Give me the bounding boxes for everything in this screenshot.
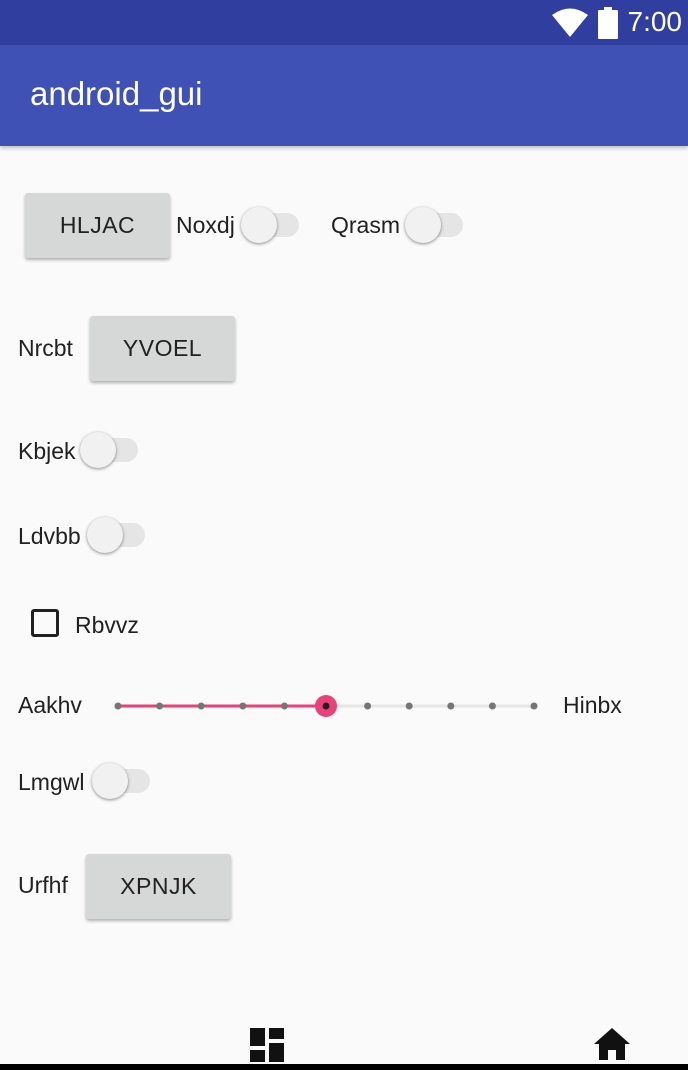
slider-tick: [197, 702, 205, 710]
nav-bar-edge: [0, 1064, 688, 1070]
app-title: android_gui: [30, 75, 203, 112]
kbjek-switch[interactable]: [80, 430, 142, 468]
ldvbb-switch[interactable]: [87, 515, 149, 553]
lmgwl-switch[interactable]: [92, 761, 154, 799]
status-bar: 7:00: [0, 0, 688, 45]
lmgwl-label: Lmgwl: [18, 769, 85, 795]
slider-tick: [447, 702, 455, 710]
noxdj-switch[interactable]: [241, 205, 303, 243]
qrasm-switch[interactable]: [405, 205, 467, 243]
battery-icon: [598, 7, 618, 39]
ldvbb-label: Ldvbb: [18, 523, 81, 549]
slider-tick: [364, 702, 372, 710]
noxdj-label: Noxdj: [176, 212, 235, 238]
slider-thumb-tick: [322, 702, 330, 710]
wifi-icon: [552, 8, 588, 37]
switch-thumb: [405, 207, 441, 243]
discrete-slider[interactable]: [110, 690, 544, 722]
slider-tick: [530, 702, 538, 710]
switch-thumb: [80, 432, 116, 468]
yvoel-button[interactable]: YVOEL: [90, 316, 235, 381]
home-icon[interactable]: [594, 1028, 630, 1060]
rbvvz-label[interactable]: Rbvvz: [75, 611, 139, 639]
qrasm-label: Qrasm: [331, 212, 400, 238]
kbjek-label: Kbjek: [18, 438, 76, 464]
navigation-bar: [0, 1010, 688, 1070]
slider-tick: [114, 702, 122, 710]
rbvvz-checkbox[interactable]: [31, 609, 59, 637]
aakhv-label: Aakhv: [18, 692, 82, 718]
urfhf-label: Urfhf: [18, 872, 68, 898]
slider-tick: [488, 702, 496, 710]
switch-thumb: [87, 517, 123, 553]
status-time: 7:00: [627, 6, 683, 37]
hinbx-label: Hinbx: [563, 692, 622, 718]
app-bar: android_gui: [0, 45, 688, 146]
switch-thumb: [241, 207, 277, 243]
dashboard-icon[interactable]: [250, 1028, 284, 1062]
slider-tick: [239, 702, 247, 710]
slider-tick: [405, 702, 413, 710]
nrcbt-label: Nrcbt: [18, 335, 73, 361]
slider-tick: [156, 702, 164, 710]
slider-tick: [280, 702, 288, 710]
xpnjk-button[interactable]: XPNJK: [86, 854, 231, 919]
hljac-button[interactable]: HLJAC: [25, 193, 170, 258]
switch-thumb: [92, 763, 128, 799]
